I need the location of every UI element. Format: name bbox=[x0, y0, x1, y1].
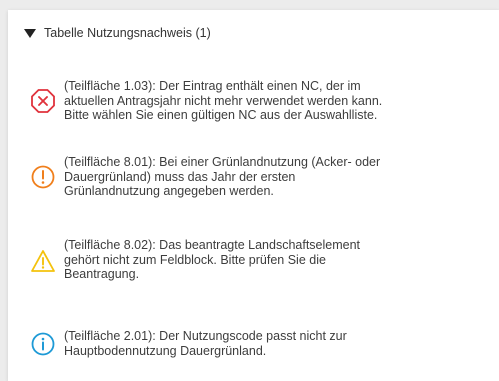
section-toggle[interactable]: Tabelle Nutzungsnachweis (1) bbox=[24, 26, 211, 40]
message-error: (Teilfläche 1.03): Der Eintrag enthält e… bbox=[30, 79, 480, 123]
caret-down-icon bbox=[24, 29, 36, 38]
message-text: (Teilfläche 8.01): Bei einer Grünlandnut… bbox=[64, 155, 381, 198]
message-text: (Teilfläche 1.03): Der Eintrag enthält e… bbox=[64, 79, 383, 122]
message-text: (Teilfläche 2.01): Der Nutzungscode pass… bbox=[64, 329, 347, 358]
section-title: Tabelle Nutzungsnachweis (1) bbox=[44, 26, 211, 40]
warning-triangle-icon bbox=[30, 248, 56, 274]
exclamation-circle-icon bbox=[30, 164, 56, 190]
message-caution: (Teilfläche 8.02): Das beantragte Landsc… bbox=[30, 238, 480, 282]
message-warning: (Teilfläche 8.01): Bei einer Grünlandnut… bbox=[30, 155, 480, 199]
info-circle-icon bbox=[30, 331, 56, 357]
error-x-octagon-icon bbox=[30, 88, 56, 114]
message-info: (Teilfläche 2.01): Der Nutzungscode pass… bbox=[30, 329, 480, 358]
message-text: (Teilfläche 8.02): Das beantragte Landsc… bbox=[64, 238, 361, 281]
